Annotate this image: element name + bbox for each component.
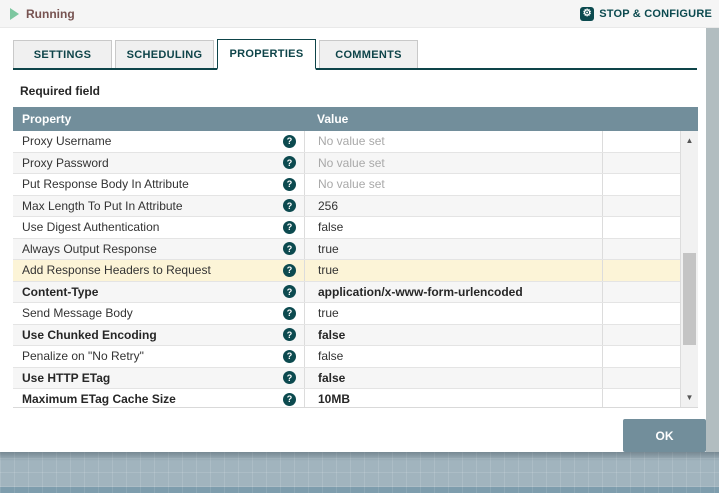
row-spacer-cell [603,325,680,346]
property-value: true [318,241,339,256]
row-spacer-cell [603,239,680,260]
property-row[interactable]: Use Chunked Encoding ? false [13,324,680,346]
property-row[interactable]: Penalize on "No Retry" ? false [13,346,680,368]
property-row[interactable]: Put Response Body In Attribute ? No valu… [13,174,680,196]
property-name: Use HTTP ETag [22,370,111,385]
property-row[interactable]: Use Digest Authentication ? false [13,217,680,239]
tab-comments[interactable]: COMMENTS [319,40,418,68]
flow-canvas[interactable] [0,452,719,487]
property-row[interactable]: Always Output Response ? true [13,238,680,260]
property-name: Max Length To Put In Attribute [22,198,183,213]
row-spacer-cell [603,174,680,195]
row-spacer-cell [603,131,680,152]
row-spacer-cell [603,368,680,389]
vertical-scrollbar[interactable]: ▲ ▼ [680,131,698,407]
property-name: Penalize on "No Retry" [22,349,144,364]
tab-properties[interactable]: PROPERTIES [217,39,316,70]
running-play-icon [10,7,19,20]
row-spacer-cell [603,303,680,324]
property-value: No value set [318,134,385,149]
property-value: false [318,370,346,385]
scroll-down-icon[interactable]: ▼ [681,393,698,402]
run-status: Running [10,7,75,21]
help-icon[interactable]: ? [283,177,296,191]
property-value: 10MB [318,392,351,407]
value-column-header: Value [317,112,349,126]
property-name: Use Chunked Encoding [22,327,157,342]
dialog-status-bar: Running ⚙ STOP & CONFIGURE [0,0,719,28]
required-field-label: Required field [20,84,101,98]
tab-bar: SETTINGS SCHEDULING PROPERTIES COMMENTS [13,39,697,70]
stop-and-configure-label: STOP & CONFIGURE [599,7,712,20]
properties-table-header: Property Value [13,107,698,131]
property-name: Maximum ETag Cache Size [22,392,176,407]
run-status-label: Running [26,6,75,21]
property-row[interactable]: Proxy Username ? No value set [13,131,680,153]
property-row[interactable]: Proxy Password ? No value set [13,152,680,174]
row-spacer-cell [603,346,680,367]
property-value: No value set [318,177,385,192]
property-row[interactable]: Send Message Body ? true [13,303,680,325]
help-icon[interactable]: ? [283,220,296,234]
row-spacer-cell [603,260,680,281]
row-spacer-cell [603,389,680,407]
help-icon[interactable]: ? [283,349,296,363]
flow-canvas-bottom-strip [0,487,719,493]
property-value: 256 [318,198,339,213]
property-row[interactable]: Add Response Headers to Request ? true [13,260,680,282]
property-name: Content-Type [22,284,99,299]
help-icon[interactable]: ? [283,156,296,170]
help-icon[interactable]: ? [283,263,296,277]
property-column-header: Property [22,112,72,126]
property-row[interactable]: Content-Type ? application/x-www-form-ur… [13,281,680,303]
tab-settings[interactable]: SETTINGS [13,40,112,68]
row-spacer-cell [603,217,680,238]
property-name: Use Digest Authentication [22,220,160,235]
property-rows: Proxy Username ? No value set Proxy Pass… [13,131,680,407]
row-spacer-cell [603,282,680,303]
properties-table-body: Proxy Username ? No value set Proxy Pass… [13,131,698,408]
property-row[interactable]: Max Length To Put In Attribute ? 256 [13,195,680,217]
property-name: Send Message Body [22,306,133,321]
scrollbar-thumb[interactable] [683,253,696,345]
property-name: Proxy Username [22,134,112,149]
help-icon[interactable]: ? [283,242,296,256]
property-value: false [318,327,346,342]
property-name: Put Response Body In Attribute [22,177,189,192]
property-value: true [318,263,339,278]
help-icon[interactable]: ? [283,306,296,320]
row-spacer-cell [603,196,680,217]
property-value: No value set [318,155,385,170]
help-icon[interactable]: ? [283,328,296,342]
ok-button[interactable]: OK [623,419,706,452]
property-name: Always Output Response [22,241,157,256]
help-icon[interactable]: ? [283,134,296,148]
help-icon[interactable]: ? [283,371,296,385]
tab-scheduling[interactable]: SCHEDULING [115,40,214,68]
processor-configuration-dialog: Running ⚙ STOP & CONFIGURE SETTINGS SCHE… [0,0,719,493]
property-value: false [318,220,344,235]
property-value: application/x-www-form-urlencoded [318,284,523,299]
row-spacer-cell [603,153,680,174]
help-icon[interactable]: ? [283,392,296,406]
property-row[interactable]: Use HTTP ETag ? false [13,367,680,389]
scroll-up-icon[interactable]: ▲ [681,136,698,145]
properties-table: Property Value Proxy Username ? No value… [13,107,698,408]
property-value: false [318,349,344,364]
help-icon[interactable]: ? [283,285,296,299]
gear-icon: ⚙ [580,6,595,21]
property-value: true [318,306,339,321]
property-row[interactable]: Maximum ETag Cache Size ? 10MB [13,389,680,407]
dialog-body: SETTINGS SCHEDULING PROPERTIES COMMENTS … [0,28,706,452]
property-name: Add Response Headers to Request [22,263,211,278]
help-icon[interactable]: ? [283,199,296,213]
property-name: Proxy Password [22,155,109,170]
stop-and-configure-button[interactable]: ⚙ STOP & CONFIGURE [580,6,712,21]
canvas-right-strip [706,28,719,452]
